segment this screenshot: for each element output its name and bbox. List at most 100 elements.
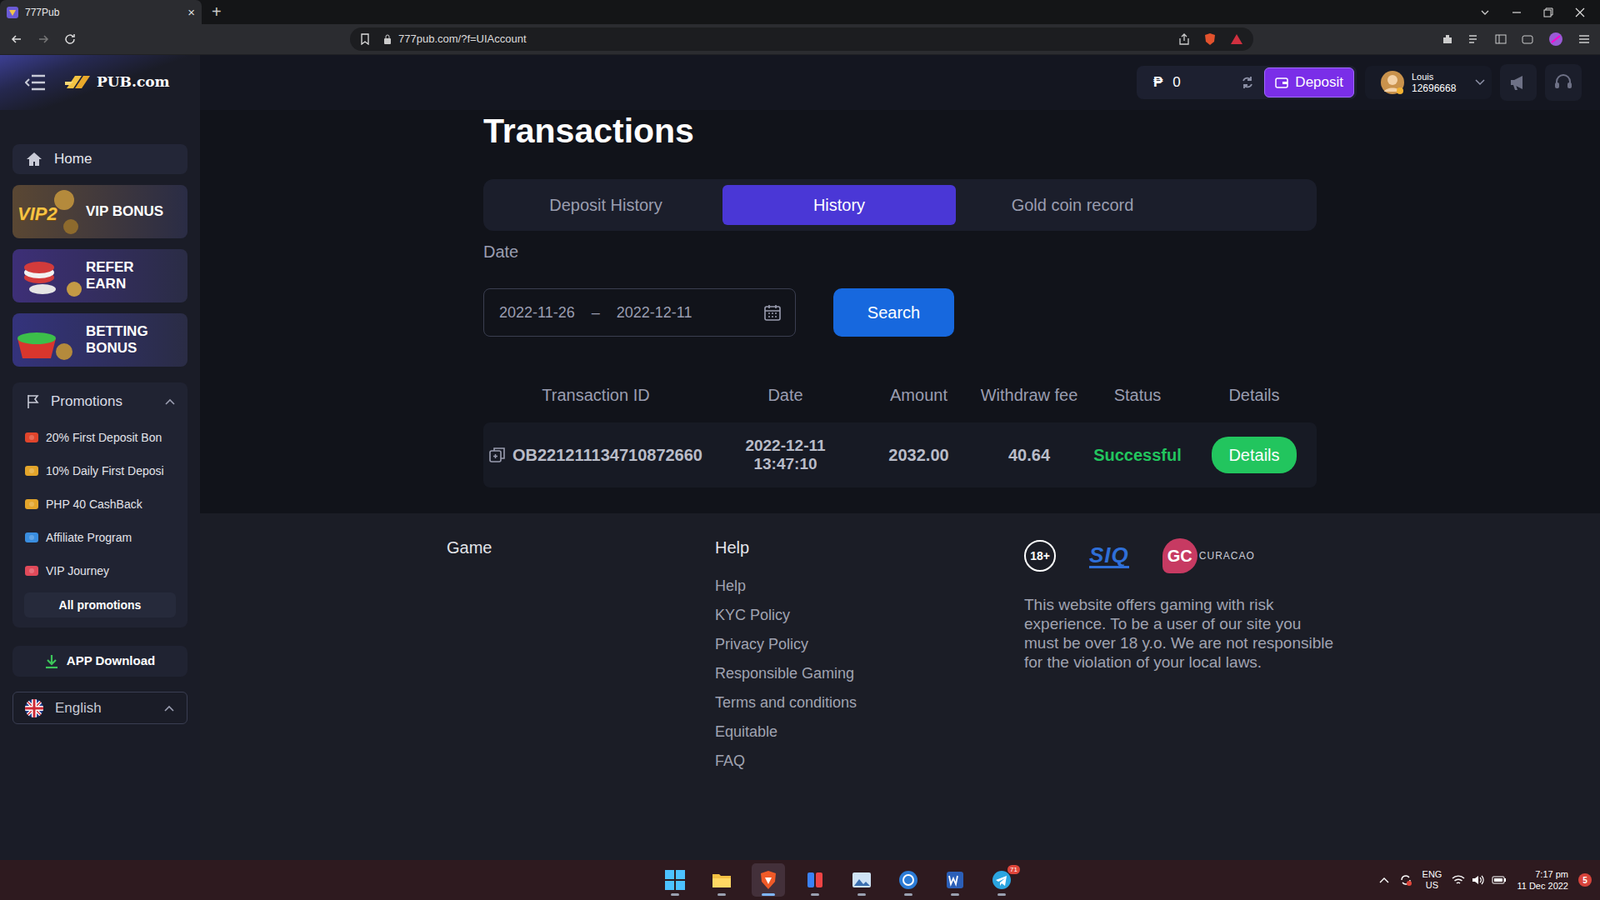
battery-icon [1491,875,1507,885]
promo-banner[interactable]: BETTINGBONUS [12,313,188,367]
menu-icon[interactable] [1578,33,1590,45]
footer-link[interactable]: Equitable [715,717,1025,747]
sidebar-toggle-icon[interactable] [1495,33,1507,45]
wallet-icon[interactable] [1521,33,1534,45]
site-logo[interactable]: PUB.com [65,71,170,94]
clock-date: 11 Dec 2022 [1516,880,1569,892]
banner-art [12,313,83,367]
transaction-id: OB221211134710872660 [512,442,703,468]
balance-value: 0 [1172,71,1231,94]
tab[interactable]: Gold coin record [955,185,1190,225]
brave-rewards-icon[interactable] [1230,32,1244,46]
promotion-item[interactable]: 20% First Deposit Bon [12,420,188,455]
tab[interactable]: Deposit History [489,185,723,225]
close-tab-button[interactable]: × [187,5,195,19]
minimize-icon[interactable] [1511,7,1522,18]
playlist-icon[interactable] [1468,33,1480,45]
url-field[interactable]: 777pub.com/?f=UIAccount [350,27,1254,51]
restore-icon[interactable] [1543,7,1554,18]
promotion-item[interactable]: VIP Journey [12,554,188,588]
forward-icon[interactable] [36,32,50,46]
footer-help: HelpHelpKYC PolicyPrivacy PolicyResponsi… [715,535,1025,860]
profile-icon[interactable] [1548,31,1564,47]
taskbar-app[interactable] [938,863,972,897]
taskbar-app[interactable] [705,863,739,897]
table-row: OB2212111347108726602022-12-1113:47:1020… [483,422,1317,488]
tab-list-icon[interactable] [1480,7,1490,18]
footer-link[interactable]: FAQ [715,746,1025,776]
language-select[interactable]: English [12,691,188,725]
banner-art-icon [12,249,83,303]
collapse-menu-icon[interactable] [25,73,47,92]
quick-settings[interactable] [1451,874,1507,886]
footer-link[interactable]: Privacy Policy [715,630,1025,660]
column-header: Amount [862,385,975,405]
user-menu[interactable]: Louis12696668 [1365,65,1492,100]
close-window-icon[interactable] [1575,7,1585,18]
brave-shield-icon[interactable] [1203,32,1217,46]
promo-banner[interactable]: REFEREARN [12,249,188,303]
taskbar-app[interactable] [798,863,832,897]
chevron-icon[interactable] [164,397,176,406]
date-range-field[interactable]: 2022-11-26–2022-12-11 [483,288,796,337]
all-promotions-button[interactable]: All promotions [24,592,176,618]
promotion-item[interactable]: PHP 40 CashBack [12,487,188,521]
browser-tab[interactable]: 777Pub× [0,0,202,25]
promotion-item[interactable]: 10% Daily First Deposi [12,454,188,488]
refresh-icon[interactable] [1240,75,1255,90]
back-icon[interactable] [10,32,24,46]
running-indicator [857,893,866,896]
taskbar-app[interactable] [751,863,785,897]
footer-game-heading: Game [446,535,715,860]
announcements-button[interactable] [1500,64,1537,101]
support-button[interactable] [1545,64,1582,101]
taskbar-app[interactable] [845,863,879,897]
column-header: Transaction ID [483,385,709,405]
banner-label: VIP BONUS [85,203,164,220]
clock-time: 7:17 pm [1516,868,1569,880]
extensions-icon[interactable] [1441,33,1454,45]
banner-label: REFEREARN [85,259,135,293]
notification-badge[interactable]: 5 [1578,873,1592,887]
running-indicator [810,893,820,896]
promotion-item[interactable]: Affiliate Program [12,520,188,555]
column-header: Withdraw fee [975,385,1084,405]
share-icon[interactable] [1178,33,1190,45]
footer-link[interactable]: Terms and conditions [715,688,1025,718]
details-button[interactable]: Details [1211,436,1296,474]
input-language[interactable]: ENGUS [1422,869,1443,891]
footer-link[interactable]: Help [715,571,1025,601]
sidebar-header: PUB.com [0,55,200,110]
taskbar-app[interactable]: 71 [985,863,1019,897]
taskbar-apps: 71 [658,860,1019,900]
tab[interactable]: History [722,185,956,225]
app-download-button[interactable]: APP Download [12,645,188,677]
bookmark-icon[interactable] [360,33,370,45]
app-badge: 71 [1007,865,1020,875]
promotion-label: Affiliate Program [45,529,132,547]
promo-banner[interactable]: VIP2VIP BONUS [12,185,188,239]
sync-icon[interactable] [1399,873,1413,887]
date-to: 2022-12-11 [616,301,693,325]
date-separator: – [591,301,600,325]
search-button[interactable]: Search [833,288,955,337]
footer-link[interactable]: KYC Policy [715,600,1025,630]
new-tab-button[interactable]: + [201,0,232,25]
browser-window: 777Pub×+777pub.com/?f=UIAccount PUB.com Ho… [0,0,1600,900]
details-cell: Details [1191,436,1317,474]
taskbar-app[interactable] [891,863,925,897]
wifi-icon [1451,874,1465,886]
web-page: PUB.com Home VIP2VIP BONUS REFEREARN BETTING… [0,55,1600,860]
reload-icon[interactable] [63,32,77,46]
home-link[interactable]: Home [12,144,188,175]
footer-link[interactable]: Responsible Gaming [715,659,1025,689]
clock[interactable]: 7:17 pm11 Dec 2022 [1516,868,1569,892]
language-label: English [55,697,152,720]
app-icon [898,870,919,890]
deposit-button[interactable]: Deposit [1264,67,1355,98]
show-hidden-icon[interactable] [1379,876,1390,884]
promotions-header[interactable]: Promotions [12,382,188,421]
copy-icon[interactable] [489,446,506,464]
date-value: 2022-12-11 [708,436,863,455]
taskbar-app[interactable] [658,863,692,897]
